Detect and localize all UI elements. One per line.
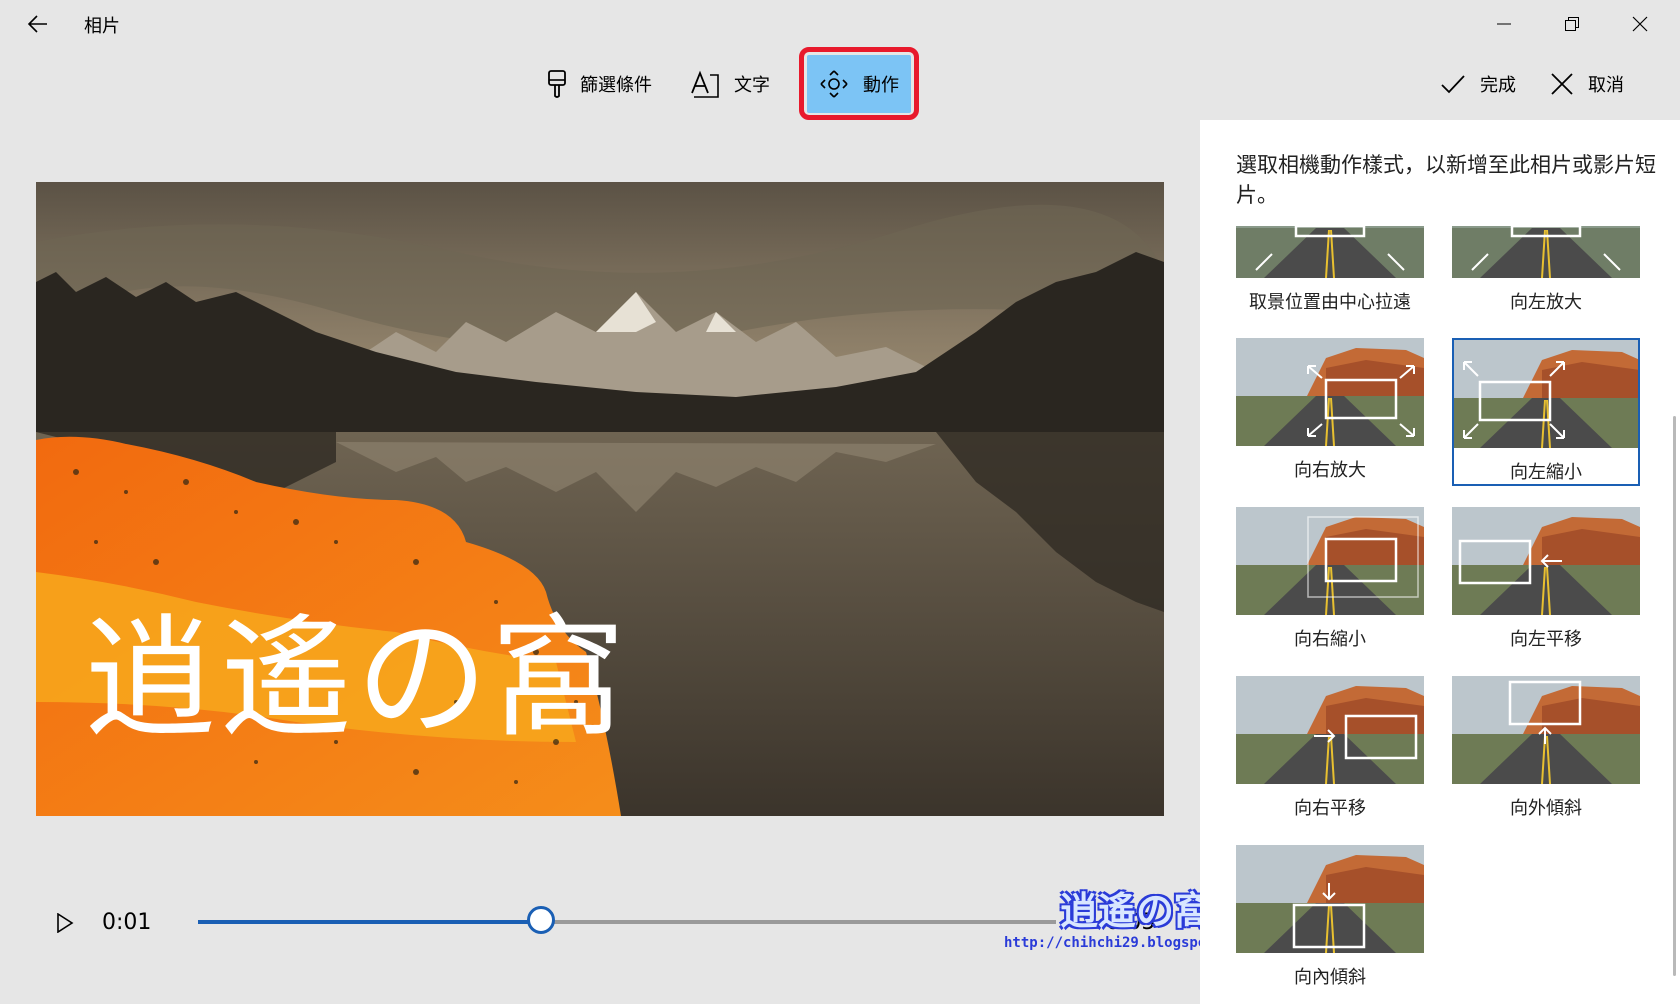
photo-preview: 逍遙の窩 — [36, 182, 1164, 816]
cancel-label: 取消 — [1588, 75, 1624, 96]
minimize-button[interactable] — [1476, 2, 1532, 46]
motion-style-tile[interactable]: 向右平移 — [1236, 676, 1424, 820]
overlay-title-text: 逍遙の窩 — [84, 602, 628, 756]
motion-label: 動作 — [863, 74, 899, 96]
motion-style-tile[interactable]: 向內傾斜 — [1236, 845, 1424, 989]
motion-style-tile[interactable]: 向左縮小 — [1452, 338, 1640, 486]
motion-style-label: 向左放大 — [1510, 292, 1582, 313]
seek-slider-fill — [198, 920, 542, 924]
app-title: 相片 — [84, 16, 120, 37]
motion-style-tile[interactable]: 向左放大 — [1452, 226, 1640, 314]
panel-description: 選取相機動作樣式，以新增至此相片或影片短片。 — [1236, 153, 1656, 207]
maximize-button[interactable] — [1544, 2, 1600, 46]
text-label: 文字 — [734, 75, 770, 96]
motion-style-thumbnail — [1236, 845, 1424, 953]
cancel-button[interactable]: 取消 — [1550, 66, 1624, 102]
motion-button[interactable]: 動作 — [799, 47, 919, 120]
motion-style-thumbnail — [1236, 676, 1424, 784]
motion-style-label: 向左縮小 — [1510, 462, 1582, 483]
text-icon — [691, 70, 719, 98]
motion-button-inner: 動作 — [807, 54, 911, 113]
play-icon — [57, 913, 74, 933]
playback-bar: 0:01 0:05 — [50, 898, 1170, 948]
maximize-icon — [1565, 17, 1579, 31]
close-icon — [1632, 16, 1648, 32]
motion-style-label: 向外傾斜 — [1510, 798, 1582, 819]
close-window-button[interactable] — [1612, 2, 1668, 46]
motion-style-label: 向左平移 — [1510, 629, 1582, 650]
motion-style-thumbnail — [1452, 226, 1640, 278]
motion-style-tile[interactable]: 向左平移 — [1452, 507, 1640, 651]
done-label: 完成 — [1480, 75, 1516, 96]
motion-style-label: 向右平移 — [1294, 798, 1366, 819]
back-button[interactable] — [20, 8, 56, 40]
motion-style-tile[interactable]: 取景位置由中心拉遠 — [1236, 226, 1424, 314]
seek-slider[interactable] — [198, 906, 1056, 934]
minimize-icon — [1497, 23, 1511, 25]
motion-style-label: 向右放大 — [1294, 460, 1366, 481]
motion-style-thumbnail — [1454, 340, 1638, 448]
panel-scrollbar[interactable] — [1673, 416, 1676, 976]
brush-icon — [548, 70, 566, 98]
motion-style-thumbnail — [1452, 507, 1640, 615]
filter-label: 篩選條件 — [580, 75, 652, 96]
done-button[interactable]: 完成 — [1440, 66, 1516, 102]
motion-style-label: 向內傾斜 — [1294, 967, 1366, 988]
motion-style-thumbnail — [1452, 676, 1640, 784]
cancel-x-icon — [1551, 73, 1573, 95]
back-arrow-icon — [27, 15, 47, 33]
text-button[interactable]: 文字 — [690, 66, 770, 102]
motion-style-tile[interactable]: 向右放大 — [1236, 338, 1424, 482]
play-button[interactable] — [50, 908, 80, 938]
check-icon — [1441, 75, 1465, 94]
motion-style-label: 向右縮小 — [1294, 629, 1366, 650]
current-time: 0:01 — [102, 910, 152, 935]
motion-style-thumbnail — [1236, 226, 1424, 278]
motion-panel: 選取相機動作樣式，以新增至此相片或影片短片。 取景位置由中心拉遠 向左放大向右放大… — [1200, 120, 1680, 1004]
seek-slider-thumb[interactable] — [527, 906, 556, 934]
motion-style-thumbnail — [1236, 507, 1424, 615]
motion-icon — [820, 69, 848, 98]
motion-style-label: 取景位置由中心拉遠 — [1249, 292, 1411, 313]
motion-style-tile[interactable]: 向外傾斜 — [1452, 676, 1640, 820]
watermark-logo: 逍遙の窩 — [1060, 889, 1213, 933]
filter-button[interactable]: 篩選條件 — [546, 66, 652, 102]
motion-style-thumbnail — [1236, 338, 1424, 446]
motion-style-tile[interactable]: 向右縮小 — [1236, 507, 1424, 651]
